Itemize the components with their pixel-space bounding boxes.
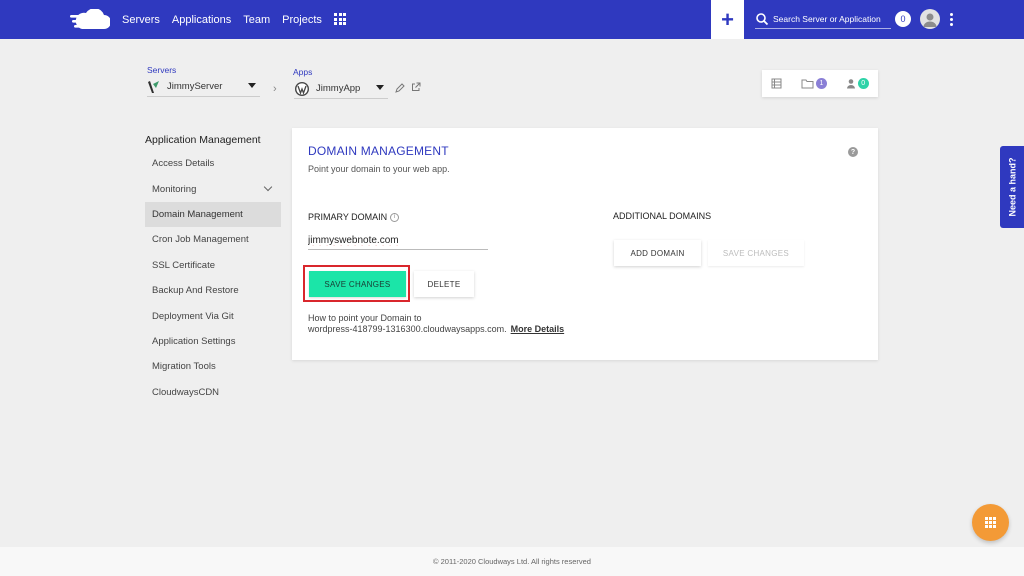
main-nav: Servers Applications Team Projects bbox=[122, 0, 334, 39]
save-changes-button[interactable]: SAVE CHANGES bbox=[309, 271, 406, 297]
users-button[interactable]: 0 bbox=[846, 78, 869, 89]
server-provider-icon bbox=[148, 80, 159, 93]
sidebar-menu: Access Details Monitoring Domain Managem… bbox=[145, 151, 281, 405]
nav-applications[interactable]: Applications bbox=[172, 14, 231, 26]
additional-domains-label: ADDITIONAL DOMAINS bbox=[613, 211, 712, 221]
sidebar-item-migration-tools[interactable]: Migration Tools bbox=[145, 354, 281, 379]
help-line-2-wrap: wordpress-418799-1316300.cloudwaysapps.c… bbox=[308, 324, 564, 335]
search-icon bbox=[756, 13, 769, 26]
sidebar-item-domain-management[interactable]: Domain Management bbox=[145, 201, 281, 228]
wordpress-icon bbox=[295, 81, 309, 96]
domain-management-card: DOMAIN MANAGEMENT Point your domain to y… bbox=[292, 128, 878, 360]
server-select[interactable]: JimmyServer bbox=[147, 77, 260, 97]
chevron-down-icon bbox=[248, 83, 256, 88]
external-link-icon[interactable] bbox=[411, 82, 421, 92]
user-avatar-icon[interactable] bbox=[920, 9, 940, 29]
help-icon[interactable]: ? bbox=[848, 147, 858, 157]
chevron-down-icon bbox=[376, 85, 384, 90]
servers-label: Servers bbox=[147, 65, 177, 75]
sidebar-item-backup-and-restore[interactable]: Backup And Restore bbox=[145, 278, 281, 303]
sidebar-item-application-settings[interactable]: Application Settings bbox=[145, 329, 281, 354]
server-list-button[interactable] bbox=[771, 78, 782, 89]
apps-grid-icon[interactable] bbox=[334, 13, 346, 25]
footer: © 2011-2020 Cloudways Ltd. All rights re… bbox=[0, 547, 1024, 576]
info-icon[interactable]: i bbox=[390, 213, 400, 223]
cloudways-logo-icon[interactable] bbox=[70, 9, 110, 31]
primary-domain-input[interactable] bbox=[308, 232, 488, 250]
sidebar-item-deployment-via-git[interactable]: Deployment Via Git bbox=[145, 303, 281, 328]
need-a-hand-tab[interactable]: Need a hand? bbox=[1000, 146, 1024, 228]
more-options-icon[interactable] bbox=[950, 13, 954, 26]
page-subtitle: Point your domain to your web app. bbox=[308, 164, 450, 174]
apps-label: Apps bbox=[293, 67, 313, 77]
save-changes-disabled-button: SAVE CHANGES bbox=[708, 240, 804, 266]
delete-button[interactable]: DELETE bbox=[414, 271, 474, 297]
nav-team[interactable]: Team bbox=[243, 14, 270, 26]
edit-pencil-icon[interactable] bbox=[395, 83, 405, 93]
sidebar-title: Application Management bbox=[145, 134, 261, 146]
sidebar-item-cloudwayscdn[interactable]: CloudwaysCDN bbox=[145, 380, 281, 405]
users-badge: 0 bbox=[857, 78, 869, 89]
add-domain-button[interactable]: ADD DOMAIN bbox=[614, 240, 701, 266]
server-name: JimmyServer bbox=[167, 81, 223, 92]
files-button[interactable]: 1 bbox=[801, 78, 827, 89]
quick-menu-button[interactable] bbox=[972, 504, 1009, 541]
files-badge: 1 bbox=[815, 78, 827, 89]
need-a-hand-label: Need a hand? bbox=[1007, 157, 1018, 217]
primary-domain-label: PRIMARY DOMAIN bbox=[308, 212, 388, 222]
copyright-text: © 2011-2020 Cloudways Ltd. All rights re… bbox=[433, 557, 591, 566]
app-name: JimmyApp bbox=[316, 83, 361, 94]
help-line-2: wordpress-418799-1316300.cloudwaysapps.c… bbox=[308, 324, 507, 334]
sidebar-item-label: Monitoring bbox=[152, 183, 197, 195]
more-details-link[interactable]: More Details bbox=[511, 324, 565, 334]
nav-servers[interactable]: Servers bbox=[122, 14, 160, 26]
grid-dots-icon bbox=[985, 517, 996, 528]
top-navbar: Servers Applications Team Projects + Sea… bbox=[0, 0, 1024, 39]
folder-icon bbox=[801, 79, 814, 89]
user-icon bbox=[846, 79, 855, 89]
app-select[interactable]: JimmyApp bbox=[294, 79, 388, 99]
chevron-down-icon bbox=[263, 183, 273, 192]
sidebar-item-cron-job-management[interactable]: Cron Job Management bbox=[145, 227, 281, 252]
search-input[interactable]: Search Server or Application bbox=[755, 10, 891, 29]
page-title: DOMAIN MANAGEMENT bbox=[308, 144, 449, 158]
sidebar-item-monitoring[interactable]: Monitoring bbox=[145, 176, 281, 201]
nav-projects[interactable]: Projects bbox=[282, 14, 322, 26]
sidebar-item-access-details[interactable]: Access Details bbox=[145, 151, 281, 176]
notification-count[interactable]: 0 bbox=[895, 11, 911, 27]
list-icon bbox=[771, 78, 782, 89]
add-button[interactable]: + bbox=[711, 0, 744, 39]
primary-domain-section: PRIMARY DOMAIN i bbox=[308, 212, 400, 223]
domain-help-text: How to point your Domain to wordpress-41… bbox=[308, 313, 564, 335]
help-line-1: How to point your Domain to bbox=[308, 313, 422, 323]
quick-actions-panel: 1 0 bbox=[762, 70, 878, 97]
search-placeholder: Search Server or Application bbox=[773, 14, 881, 24]
sidebar-item-ssl-certificate[interactable]: SSL Certificate bbox=[145, 253, 281, 278]
breadcrumb-separator: › bbox=[273, 83, 277, 95]
